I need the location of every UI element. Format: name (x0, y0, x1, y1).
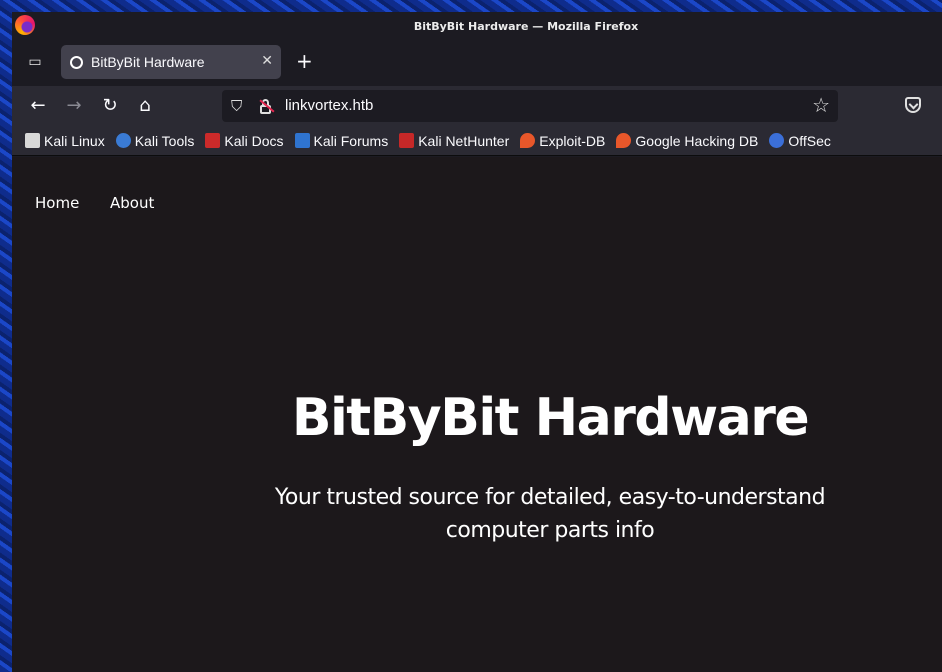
browser-window: BitByBit Hardware — Mozilla Firefox ▭ Bi… (12, 12, 942, 672)
bookmark-label: Kali Linux (44, 132, 105, 149)
hero-subtitle-line-2: computer parts info (445, 518, 655, 543)
hero-subtitle: Your trusted source for detailed, easy-t… (250, 481, 850, 547)
title-bar: BitByBit Hardware — Mozilla Firefox (12, 12, 942, 42)
nav-link-about[interactable]: About (110, 194, 154, 212)
bookmark-label: Google Hacking DB (635, 132, 759, 149)
ghdb-icon (616, 133, 632, 148)
bookmark-label: Kali Tools (134, 132, 195, 149)
kali-dragon-icon (25, 133, 40, 148)
bookmark-google-hacking-db[interactable]: Google Hacking DB (616, 133, 758, 149)
bookmark-exploit-db[interactable]: Exploit-DB (520, 133, 605, 149)
firefox-view-icon[interactable]: ▭ (26, 54, 44, 70)
kali-nethunter-icon (399, 133, 415, 148)
back-button[interactable]: ← (26, 94, 50, 118)
page-content: Home About BitByBit Hardware Your truste… (12, 157, 942, 672)
bookmark-label: Kali Docs (224, 132, 284, 149)
navigation-toolbar: ← → ↻ ⌂ ⛉ linkvortex.htb ☆ (12, 86, 942, 126)
close-icon[interactable]: ✕ (261, 53, 273, 69)
bookmark-offsec[interactable]: OffSec (769, 133, 831, 149)
exploit-db-icon (520, 133, 536, 148)
bookmark-star-icon[interactable]: ☆ (812, 94, 830, 116)
pocket-icon[interactable] (905, 97, 921, 113)
reload-button[interactable]: ↻ (98, 94, 122, 118)
kali-forums-icon (294, 133, 310, 148)
nav-link-home[interactable]: Home (35, 194, 79, 212)
new-tab-button[interactable]: + (296, 51, 313, 71)
insecure-lock-icon[interactable] (258, 98, 275, 114)
tab-title: BitByBit Hardware (91, 54, 205, 70)
url-bar[interactable]: ⛉ linkvortex.htb ☆ (222, 90, 838, 122)
bookmark-kali-tools[interactable]: Kali Tools (115, 132, 195, 149)
bookmarks-toolbar: Kali Linux Kali Tools Kali Docs Kali For… (12, 126, 942, 156)
tab-active[interactable]: BitByBit Hardware ✕ (61, 45, 281, 79)
url-text[interactable]: linkvortex.htb (285, 97, 373, 114)
tab-favicon-icon (70, 55, 83, 69)
kali-docs-icon (205, 133, 221, 148)
bookmark-kali-docs[interactable]: Kali Docs (205, 132, 284, 149)
kali-tools-icon (115, 133, 131, 148)
bookmark-label: OffSec (788, 132, 831, 149)
forward-button[interactable]: → (62, 94, 86, 118)
home-icon[interactable]: ⌂ (133, 94, 157, 118)
window-title: BitByBit Hardware — Mozilla Firefox (413, 20, 639, 33)
tab-strip: ▭ BitByBit Hardware ✕ + (12, 42, 942, 86)
bookmark-label: Kali NetHunter (418, 132, 510, 149)
bookmark-kali-linux[interactable]: Kali Linux (25, 133, 105, 149)
hero-title: BitByBit Hardware (291, 388, 810, 448)
shield-icon[interactable]: ⛉ (231, 98, 245, 114)
bookmark-kali-nethunter[interactable]: Kali NetHunter (399, 133, 509, 149)
bookmark-label: Exploit-DB (539, 132, 606, 149)
bookmark-kali-forums[interactable]: Kali Forums (294, 132, 389, 149)
offsec-icon (769, 133, 785, 148)
hero-subtitle-line-1: Your trusted source for detailed, easy-t… (274, 485, 826, 510)
bookmark-label: Kali Forums (313, 132, 389, 149)
